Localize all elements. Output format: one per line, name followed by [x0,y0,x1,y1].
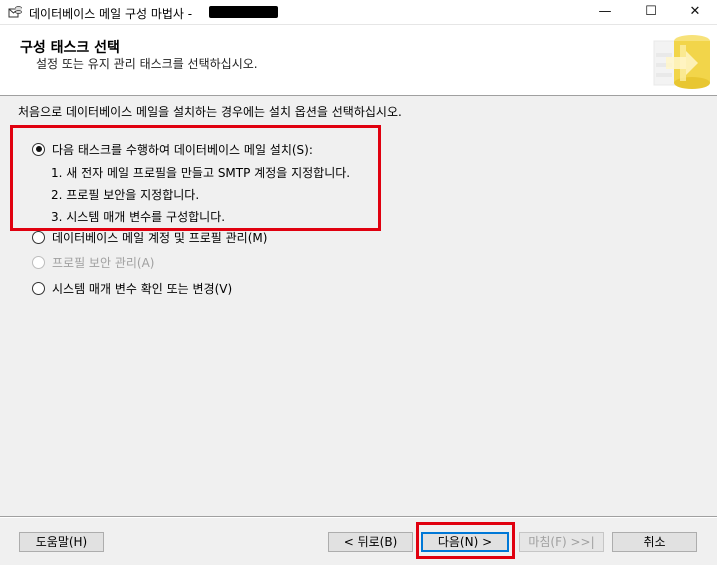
radio-manage-profile-security: 프로필 보안 관리(A) [32,253,154,271]
radio-unchecked-icon [32,230,45,244]
step-3-text: 3. 시스템 매개 변수를 구성합니다. [51,210,226,224]
step-1-text: 1. 새 전자 메일 프로필을 만들고 SMTP 계정을 지정합니다. [51,166,351,180]
maximize-button[interactable]: ☐ [628,0,674,24]
page-title: 구성 태스크 선택 [20,40,120,56]
radio-label: 시스템 매개 변수 확인 또는 변경(V) [52,281,233,296]
step-2-text: 2. 프로필 보안을 지정합니다. [51,188,200,202]
instruction-text: 처음으로 데이터베이스 메일을 설치하는 경우에는 설치 옵션을 선택하십시오. [18,105,402,119]
radio-install-database-mail[interactable]: 다음 태스크를 수행하여 데이터베이스 메일 설치(S): [32,140,313,158]
radio-system-parameters[interactable]: 시스템 매개 변수 확인 또는 변경(V) [32,279,232,297]
redacted-server-name [209,6,278,18]
radio-label: 데이터베이스 메일 계정 및 프로필 관리(M) [52,230,268,245]
minimize-button[interactable]: — [582,0,628,24]
db-mail-wizard-icon [8,6,22,18]
radio-unchecked-icon [32,281,45,295]
radio-label: 다음 태스크를 수행하여 데이터베이스 메일 설치(S): [52,142,313,157]
radio-unchecked-icon [32,255,45,269]
back-button[interactable]: < 뒤로(B) [328,532,413,552]
title-bar: 데이터베이스 메일 구성 마법사 - — ☐ ✕ [0,0,717,25]
page-subtitle: 설정 또는 유지 관리 태스크를 선택하십시오. [36,57,258,71]
radio-label: 프로필 보안 관리(A) [52,255,155,270]
radio-checked-icon [32,142,45,156]
footer-divider-highlight [0,517,717,518]
window-title: 데이터베이스 메일 구성 마법사 - [29,7,193,21]
database-wizard-art-icon [653,35,710,89]
radio-manage-accounts-profiles[interactable]: 데이터베이스 메일 계정 및 프로필 관리(M) [32,228,267,246]
help-button[interactable]: 도움말(H) [19,532,104,552]
wizard-header: 구성 태스크 선택 설정 또는 유지 관리 태스크를 선택하십시오. [0,25,717,96]
finish-button: 마침(F) >>| [519,532,604,552]
close-button[interactable]: ✕ [672,0,717,24]
cancel-button[interactable]: 취소 [612,532,697,552]
highlight-box-next-button [416,522,515,559]
